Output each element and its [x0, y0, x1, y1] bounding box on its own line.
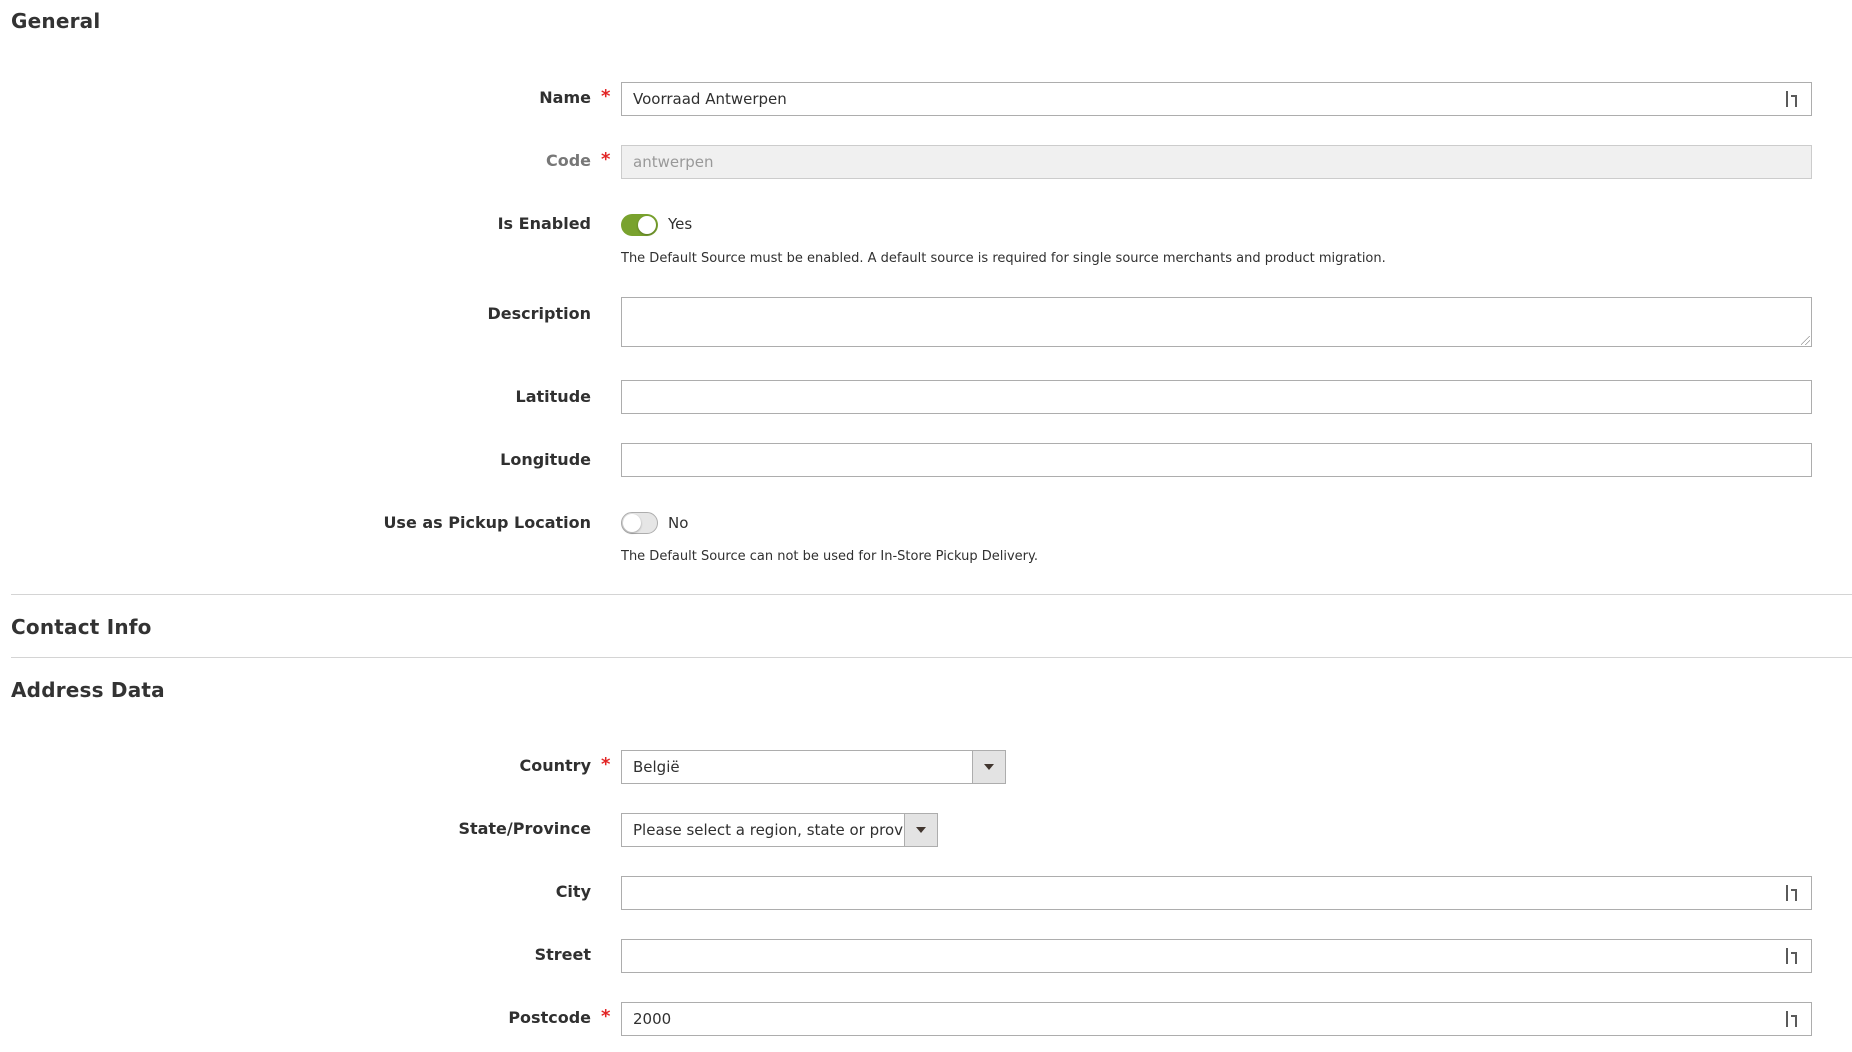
name-input-value: Voorraad Antwerpen: [633, 90, 787, 108]
name-required-mark: *: [601, 86, 611, 107]
is-enabled-label: Is Enabled: [497, 214, 591, 233]
postcode-label: Postcode: [508, 1008, 591, 1027]
source-edit-form: General Name * Voorraad Antwerpen Code *…: [0, 0, 1852, 1052]
section-divider: [11, 657, 1852, 658]
postcode-input[interactable]: 2000: [621, 1002, 1812, 1036]
section-title-address[interactable]: Address Data: [11, 678, 165, 702]
chevron-down-icon: [984, 764, 994, 770]
scope-selector-icon[interactable]: [1786, 1011, 1800, 1027]
country-required-mark: *: [601, 754, 611, 775]
country-select[interactable]: België: [621, 750, 1006, 784]
toggle-knob: [638, 216, 656, 234]
region-select-value: Please select a region, state or provinc…: [633, 821, 904, 839]
is-enabled-note: The Default Source must be enabled. A de…: [621, 251, 1386, 266]
latitude-label: Latitude: [515, 387, 591, 406]
section-title-contact[interactable]: Contact Info: [11, 615, 152, 639]
name-label: Name: [539, 88, 591, 107]
section-title-general[interactable]: General: [11, 9, 100, 33]
city-label: City: [555, 882, 591, 901]
scope-selector-icon[interactable]: [1786, 91, 1800, 107]
code-input: antwerpen: [621, 145, 1812, 179]
pickup-note: The Default Source can not be used for I…: [621, 549, 1038, 564]
longitude-label: Longitude: [500, 450, 591, 469]
scope-selector-icon[interactable]: [1786, 948, 1800, 964]
postcode-input-value: 2000: [633, 1010, 672, 1028]
street-input[interactable]: [621, 939, 1812, 973]
name-input[interactable]: Voorraad Antwerpen: [621, 82, 1812, 116]
chevron-down-icon: [916, 827, 926, 833]
street-label: Street: [534, 945, 591, 964]
region-dropdown-button[interactable]: [904, 814, 937, 846]
description-label: Description: [487, 304, 591, 323]
pickup-toggle[interactable]: [621, 512, 658, 534]
code-label: Code: [545, 151, 591, 170]
city-input[interactable]: [621, 876, 1812, 910]
code-input-value: antwerpen: [633, 153, 714, 171]
country-dropdown-button[interactable]: [972, 751, 1005, 783]
is-enabled-state: Yes: [668, 215, 693, 233]
section-divider: [11, 594, 1852, 595]
pickup-label: Use as Pickup Location: [383, 513, 591, 532]
resize-handle-icon[interactable]: [1801, 336, 1810, 345]
latitude-input[interactable]: [621, 380, 1812, 414]
country-label: Country: [519, 756, 591, 775]
is-enabled-toggle[interactable]: [621, 214, 658, 236]
toggle-knob: [623, 514, 641, 532]
scope-selector-icon[interactable]: [1786, 885, 1800, 901]
country-select-value: België: [633, 758, 680, 776]
region-label: State/Province: [458, 819, 591, 838]
pickup-state: No: [668, 514, 689, 532]
region-select[interactable]: Please select a region, state or provinc…: [621, 813, 938, 847]
description-textarea[interactable]: [621, 297, 1812, 347]
postcode-required-mark: *: [601, 1006, 611, 1027]
code-required-mark: *: [601, 149, 611, 170]
longitude-input[interactable]: [621, 443, 1812, 477]
